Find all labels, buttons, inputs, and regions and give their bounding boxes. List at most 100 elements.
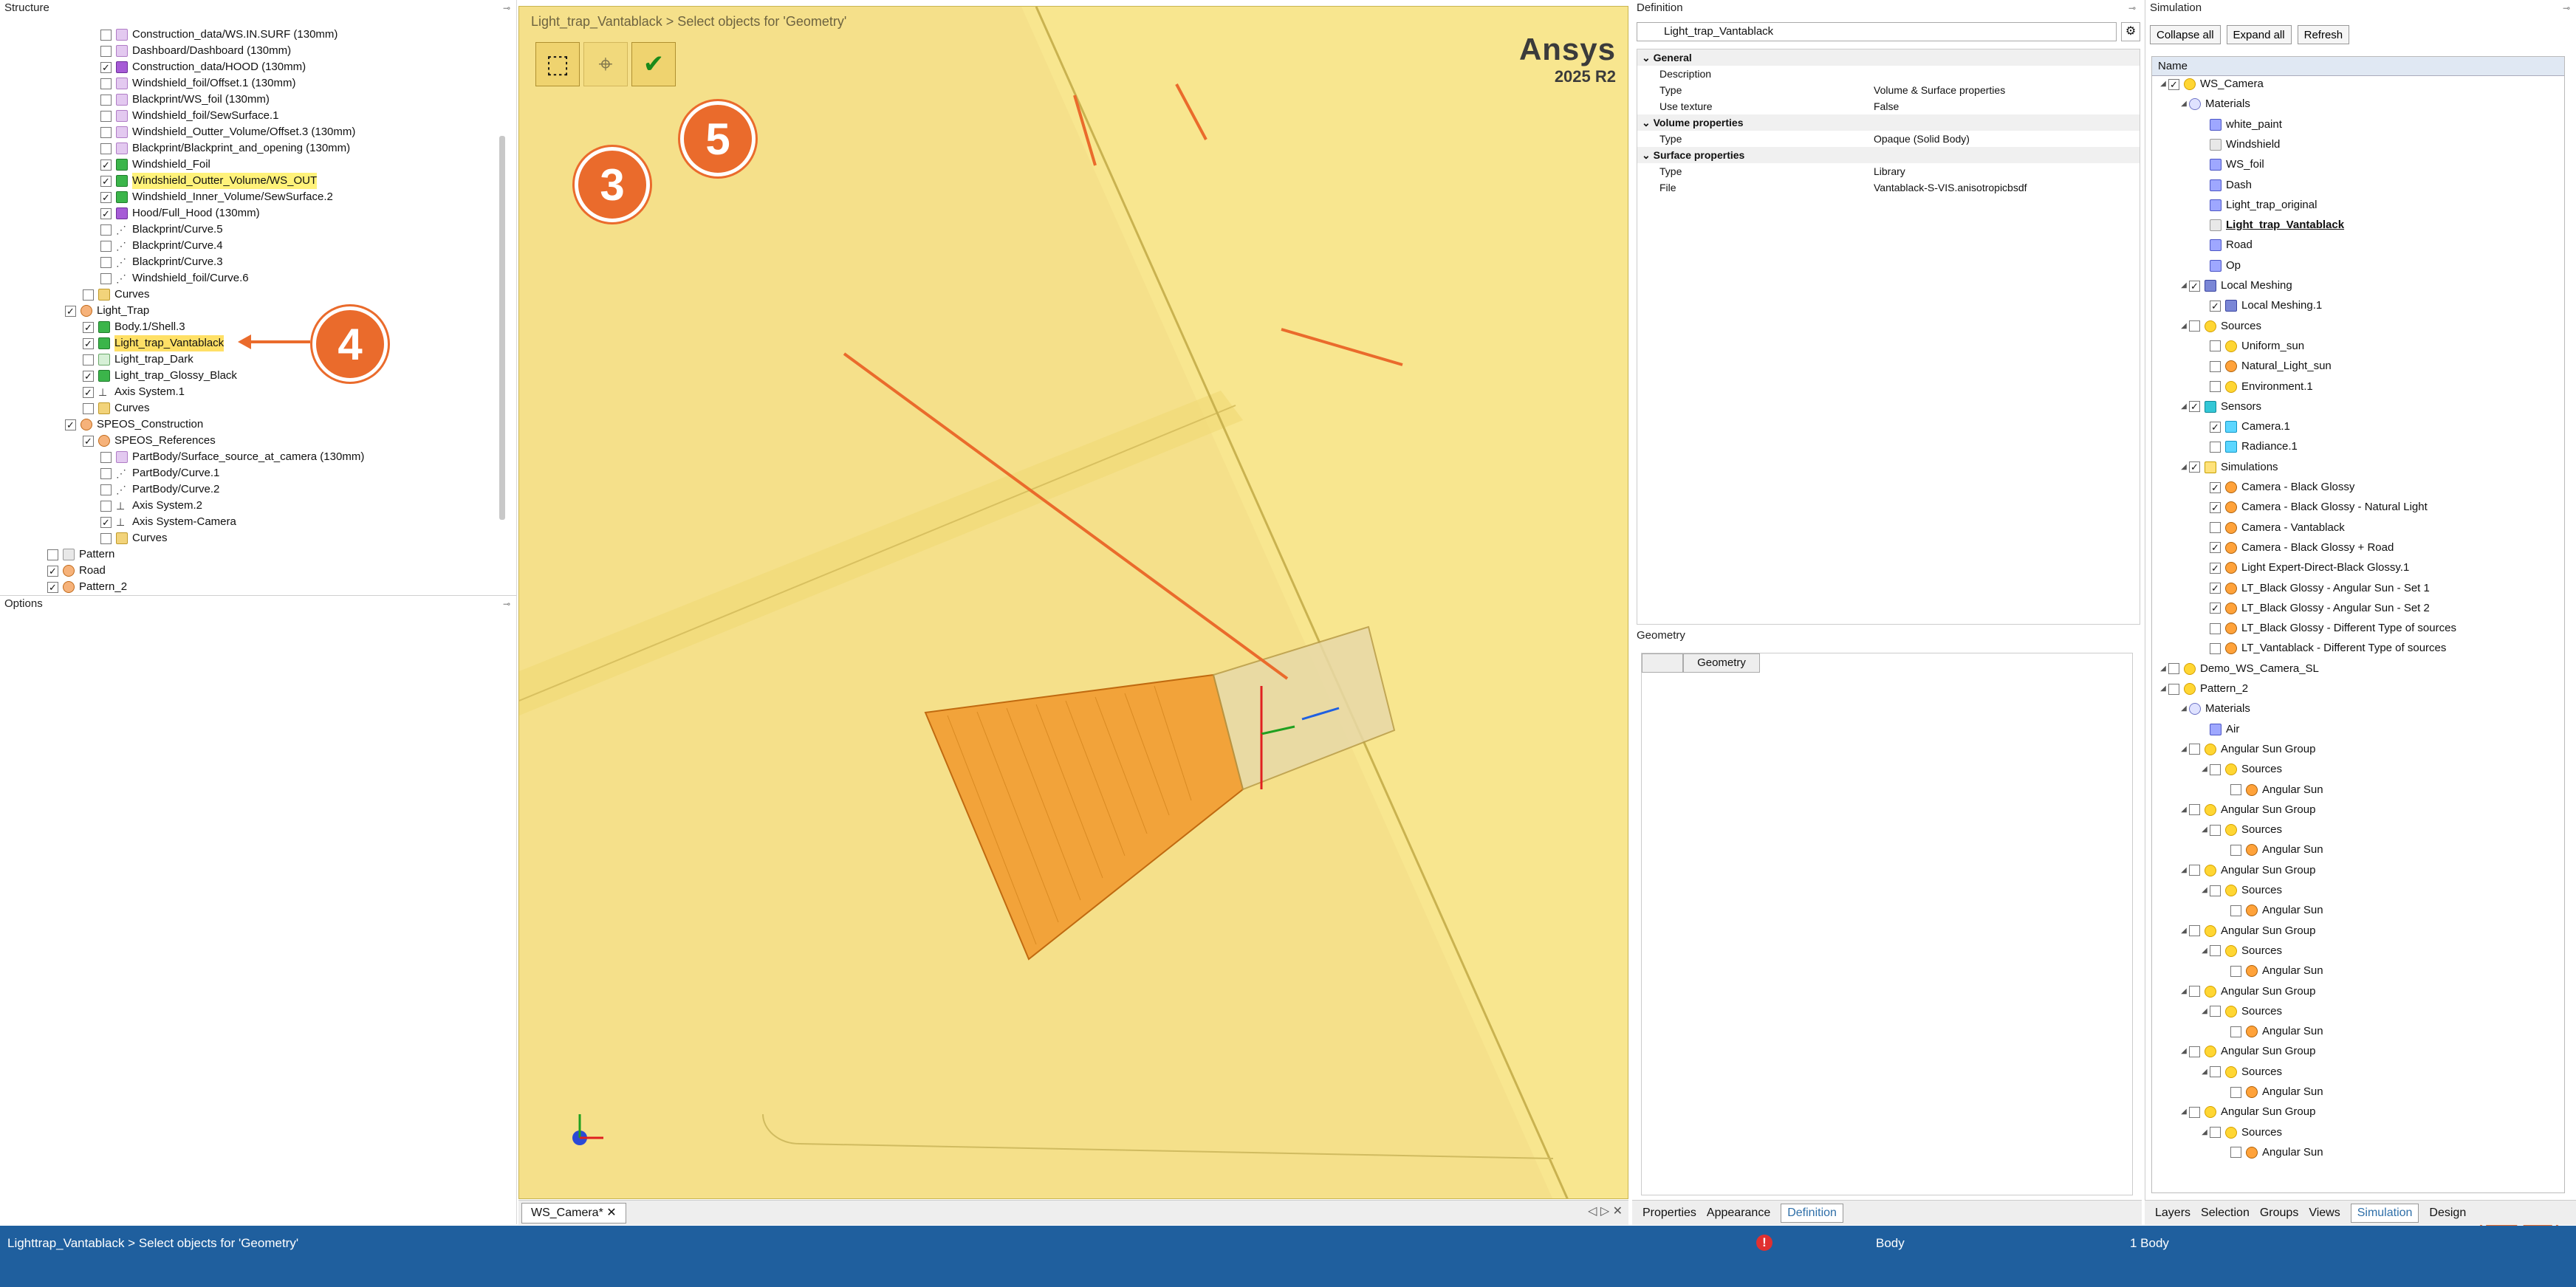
simulation-row[interactable]: ✓ Camera - Black Glossy + Road	[2199, 540, 2394, 556]
simulation-row[interactable]: ◢ Angular Sun Group	[2179, 1104, 2315, 1120]
simulation-row[interactable]: ◢ Sources	[2199, 943, 2282, 959]
tab-definition[interactable]: Definition	[1781, 1203, 1843, 1223]
sim-checkbox[interactable]	[2189, 744, 2200, 755]
simulation-row[interactable]: Light_trap_Vantablack	[2199, 217, 2344, 233]
simulation-row[interactable]: LT_Vantablack - Different Type of source…	[2199, 640, 2446, 656]
sim-checkbox[interactable]	[2210, 945, 2221, 957]
sim-checkbox[interactable]: ✓	[2189, 461, 2200, 473]
simulation-row[interactable]: ◢ Sources	[2199, 1003, 2282, 1020]
simulation-row[interactable]: ◢ Angular Sun Group	[2179, 862, 2315, 879]
sim-checkbox[interactable]	[2189, 804, 2200, 816]
simulation-row[interactable]: ◢ ✓ Simulations	[2179, 459, 2278, 476]
sim-checkbox[interactable]	[2230, 905, 2241, 916]
property-section[interactable]: ⌄ General	[1637, 49, 2140, 66]
sim-checkbox[interactable]	[2210, 360, 2221, 372]
simulation-row[interactable]: Camera - Vantablack	[2199, 520, 2345, 536]
tab-views[interactable]: Views	[2309, 1207, 2340, 1220]
pin-icon[interactable]: ⊸	[2563, 0, 2570, 16]
simulation-row[interactable]: ◢ Angular Sun Group	[2179, 741, 2315, 758]
expand-icon[interactable]: ◢	[2179, 399, 2189, 415]
name-column-header[interactable]: Name	[2152, 57, 2564, 76]
expand-icon[interactable]: ◢	[2179, 984, 2189, 1000]
simulation-row[interactable]: ◢ Angular Sun Group	[2179, 802, 2315, 818]
expand-icon[interactable]: ◢	[2179, 318, 2189, 334]
simulation-row[interactable]: ◢ Sources	[2199, 1125, 2282, 1141]
expand-icon[interactable]: ◢	[2179, 459, 2189, 476]
sim-checkbox[interactable]	[2230, 1086, 2241, 1098]
sim-checkbox[interactable]: ✓	[2210, 300, 2221, 312]
expand-icon[interactable]: ◢	[2199, 882, 2210, 899]
simulation-row[interactable]: ◢ Demo_WS_Camera_SL	[2158, 661, 2319, 677]
sim-checkbox[interactable]	[2189, 1106, 2200, 1118]
sim-checkbox[interactable]: ✓	[2210, 542, 2221, 554]
sim-checkbox[interactable]: ✓	[2210, 562, 2221, 574]
expand-icon[interactable]: ◢	[2179, 278, 2189, 294]
simulation-row[interactable]: ◢ Sources	[2199, 761, 2282, 778]
definition-name-field[interactable]: Light_trap_Vantablack	[1637, 22, 2117, 41]
simulation-row[interactable]: ◢ Sources	[2199, 882, 2282, 899]
expand-icon[interactable]: ◢	[2179, 1104, 2189, 1120]
expand-icon[interactable]: ◢	[2179, 802, 2189, 818]
simulation-row[interactable]: ✓ Light Expert-Direct-Black Glossy.1	[2199, 560, 2409, 576]
sim-checkbox[interactable]: ✓	[2210, 583, 2221, 594]
sim-checkbox[interactable]	[2210, 763, 2221, 775]
expand-icon[interactable]: ◢	[2199, 943, 2210, 959]
sim-checkbox[interactable]: ✓	[2168, 78, 2179, 90]
tab-nav-icon[interactable]: ◁ ▷ ✕	[1588, 1204, 1623, 1218]
property-row[interactable]: Description	[1637, 66, 2140, 82]
expand-icon[interactable]: ◢	[2179, 741, 2189, 758]
sim-checkbox[interactable]	[2210, 1006, 2221, 1017]
sim-checkbox[interactable]	[2189, 986, 2200, 997]
sim-checkbox[interactable]: ✓	[2189, 280, 2200, 292]
expand-icon[interactable]: ◢	[2199, 822, 2210, 838]
simulation-row[interactable]: ◢ Angular Sun Group	[2179, 984, 2315, 1000]
geometry-column-header[interactable]: Geometry	[1683, 653, 1760, 673]
gear-icon[interactable]: ⚙	[2121, 22, 2140, 41]
simulation-row[interactable]: Dash	[2199, 177, 2252, 193]
tab-properties[interactable]: Properties	[1642, 1207, 1696, 1220]
property-section[interactable]: ⌄ Surface properties	[1637, 147, 2140, 163]
simulation-row[interactable]: ◢ Materials	[2179, 701, 2250, 717]
sim-checkbox[interactable]	[2210, 885, 2221, 896]
sim-checkbox[interactable]	[2210, 622, 2221, 634]
simulation-row[interactable]: ✓ Camera - Black Glossy - Natural Light	[2199, 499, 2428, 515]
sim-checkbox[interactable]: ✓	[2210, 481, 2221, 493]
simulation-row[interactable]: ◢ Materials	[2179, 96, 2250, 112]
expand-icon[interactable]: ◢	[2179, 923, 2189, 939]
simulation-row[interactable]: Uniform_sun	[2199, 338, 2304, 354]
property-row[interactable]: Type Volume & Surface properties	[1637, 82, 2140, 98]
geometry-list[interactable]: Geometry	[1641, 653, 2133, 1195]
sim-checkbox[interactable]	[2230, 844, 2241, 856]
simulation-row[interactable]: WS_foil	[2199, 157, 2264, 173]
expand-icon[interactable]: ◢	[2179, 96, 2189, 112]
simulation-row[interactable]: ◢ ✓ WS_Camera	[2158, 76, 2264, 92]
simulation-row[interactable]: Angular Sun	[2220, 1023, 2323, 1040]
sim-checkbox[interactable]	[2210, 441, 2221, 453]
sim-checkbox[interactable]	[2189, 925, 2200, 937]
expand-icon[interactable]: ◢	[2179, 862, 2189, 879]
sim-checkbox[interactable]	[2210, 522, 2221, 534]
tab-simulation[interactable]: Simulation	[2350, 1203, 2419, 1223]
tab-groups[interactable]: Groups	[2260, 1207, 2298, 1220]
simulation-row[interactable]: ◢ ✓ Sensors	[2179, 399, 2261, 415]
sim-checkbox[interactable]	[2230, 965, 2241, 977]
sim-checkbox[interactable]	[2210, 381, 2221, 392]
sim-checkbox[interactable]	[2168, 663, 2179, 675]
expand-icon[interactable]: ◢	[2158, 681, 2168, 697]
sim-checkbox[interactable]	[2230, 1147, 2241, 1159]
expand-icon[interactable]: ◢	[2199, 1125, 2210, 1141]
simulation-row[interactable]: ◢ Angular Sun Group	[2179, 923, 2315, 939]
close-icon[interactable]: ✕	[606, 1207, 616, 1219]
simulation-row[interactable]: Angular Sun	[2220, 963, 2323, 979]
tab-appearance[interactable]: Appearance	[1707, 1207, 1770, 1220]
simulation-row[interactable]: ✓ Local Meshing.1	[2199, 298, 2322, 314]
simulation-row[interactable]: Angular Sun	[2220, 1144, 2323, 1161]
expand-icon[interactable]: ◢	[2199, 1003, 2210, 1020]
property-row[interactable]: File Vantablack-S-VIS.anisotropicbsdf	[1637, 179, 2140, 196]
simulation-row[interactable]: Angular Sun	[2220, 782, 2323, 798]
collapse-all-button[interactable]: Collapse all	[2150, 25, 2221, 44]
sim-checkbox[interactable]	[2189, 865, 2200, 876]
sim-checkbox[interactable]	[2230, 1026, 2241, 1037]
sim-checkbox[interactable]: ✓	[2210, 421, 2221, 433]
simulation-row[interactable]: ◢ Sources	[2199, 1064, 2282, 1080]
